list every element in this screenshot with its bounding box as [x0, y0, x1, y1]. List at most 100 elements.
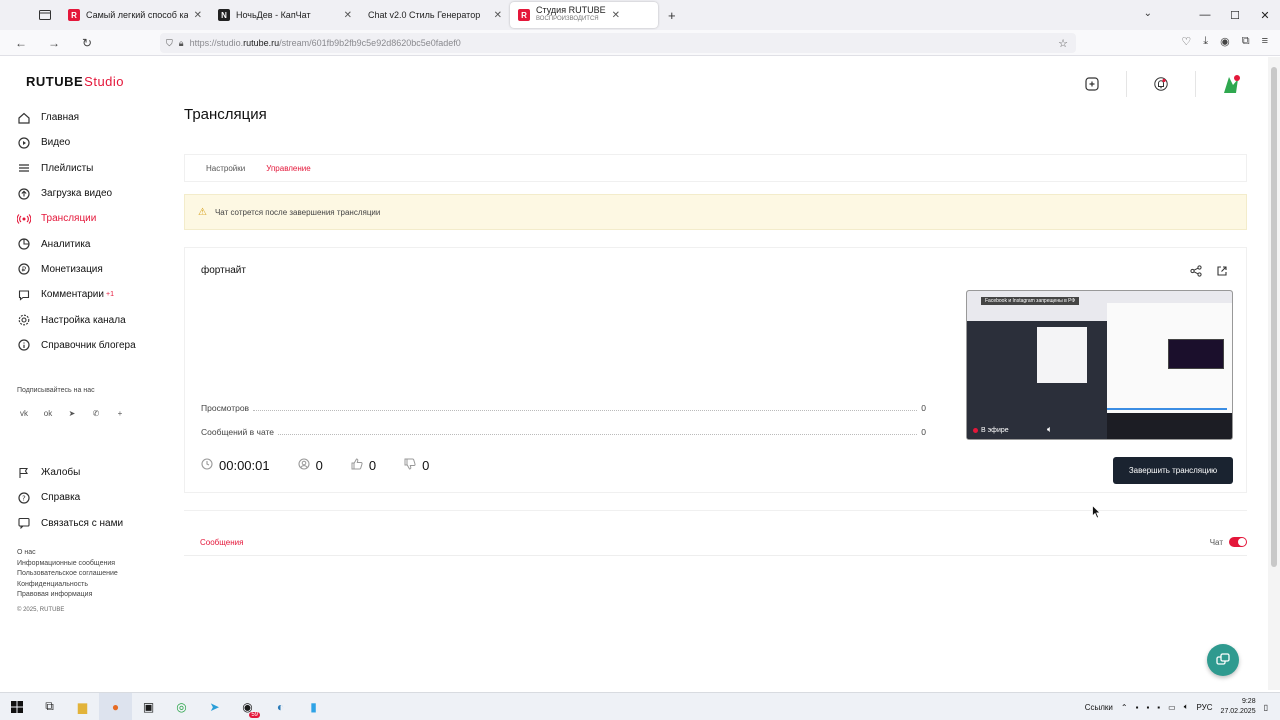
new-tab-icon[interactable]: +	[668, 8, 676, 23]
language-indicator[interactable]: РУС	[1197, 703, 1213, 712]
bookmark-star-icon[interactable]: ☆	[1058, 37, 1068, 50]
scrollbar-thumb[interactable]	[1271, 67, 1277, 567]
warning-banner: ⚠ Чат сотрется после завершения трансляц…	[184, 194, 1247, 230]
obs-icon[interactable]: ◉ 59	[231, 693, 264, 720]
sidebar-item-blogger-guide[interactable]: Справочник блогера	[17, 333, 167, 358]
reload-icon[interactable]: ↻	[75, 36, 99, 50]
stream-preview[interactable]: Facebook и Instagram запрещены в РФ В эф…	[966, 290, 1233, 440]
tab-list-chevron-icon[interactable]: ⌄	[1144, 8, 1152, 19]
notifications-icon[interactable]: ▯	[1264, 703, 1268, 712]
sidebar-item-analytics[interactable]: Аналитика	[17, 231, 167, 256]
windows-start-icon[interactable]	[0, 693, 33, 720]
tab-overview-icon[interactable]	[30, 0, 60, 30]
sidebar-item-monetization[interactable]: ₽ Монетизация	[17, 257, 167, 282]
share-icon[interactable]	[1190, 265, 1202, 280]
chevron-up-icon[interactable]: ⌃	[1121, 703, 1128, 712]
sidebar-item-contact[interactable]: Связаться с нами	[17, 511, 167, 536]
subscribe-label: Подписывайтесь на нас	[17, 387, 95, 394]
tab-title: НочьДев - КапЧат	[236, 10, 311, 20]
sidebar-item-channel-settings[interactable]: Настройка канала	[17, 307, 167, 332]
pocket-icon[interactable]: ♡	[1181, 35, 1191, 48]
page-scrollbar[interactable]	[1268, 57, 1280, 690]
viewer-icon	[298, 458, 310, 473]
sidebar-item-video[interactable]: Видео	[17, 130, 167, 155]
network-icon[interactable]: ▭	[1168, 703, 1176, 712]
account-icon[interactable]: ◉	[1220, 35, 1230, 48]
menu-icon[interactable]: ≡	[1262, 35, 1268, 48]
close-window-icon[interactable]: ✕	[1250, 9, 1280, 22]
clock[interactable]: 9:28 27.02.2025	[1221, 697, 1256, 717]
logo-studio: Studio	[84, 74, 125, 89]
volume-icon[interactable]: 🔈︎	[1047, 424, 1052, 435]
vk-icon[interactable]: vk	[17, 406, 31, 420]
tray-app-icon[interactable]: ▪	[1146, 703, 1149, 712]
footer-link-about[interactable]: О нас	[17, 548, 118, 559]
sidebar-item-home[interactable]: Главная	[17, 105, 167, 130]
links-label[interactable]: Ссылки	[1085, 703, 1113, 712]
sidebar-item-label: Видео	[41, 137, 71, 149]
sidebar-item-upload[interactable]: Загрузка видео	[17, 181, 167, 206]
stat-chat-messages: Сообщений в чате 0	[201, 425, 926, 437]
close-icon[interactable]: ✕	[344, 10, 352, 21]
file-explorer-icon[interactable]: ▆	[66, 693, 99, 720]
external-link-icon[interactable]	[1216, 265, 1228, 280]
app-icon[interactable]: ▣	[132, 693, 165, 720]
sidebar-item-label: Справочник блогера	[41, 339, 136, 351]
support-chat-icon	[1216, 653, 1230, 665]
maximize-icon[interactable]: ☐	[1220, 9, 1250, 22]
close-icon[interactable]: ✕	[494, 10, 502, 21]
tray-app-icon[interactable]: ▪	[1136, 703, 1139, 712]
browser-icon[interactable]: ◐	[264, 693, 297, 720]
browser-tab-active[interactable]: R Студия RUTUBE ВОСПРОИЗВОДИТСЯ ✕	[510, 2, 658, 28]
sidebar-item-label: Настройка канала	[41, 314, 126, 326]
support-chat-button[interactable]	[1207, 644, 1239, 676]
volume-icon[interactable]: 🔈︎	[1184, 702, 1189, 712]
browser-tab[interactable]: R Самый легкий способ как пос ✕	[60, 2, 210, 28]
add-content-icon[interactable]	[1082, 74, 1102, 94]
end-stream-button[interactable]: Завершить трансляцию	[1113, 457, 1233, 484]
whatsapp-icon[interactable]: ◎	[165, 693, 198, 720]
task-view-icon[interactable]: ⧉	[33, 693, 66, 720]
sidebar-item-complaints[interactable]: Жалобы	[17, 460, 167, 485]
sidebar-item-playlists[interactable]: Плейлисты	[17, 156, 167, 181]
comment-icon	[17, 288, 31, 302]
tray-app-icon[interactable]: ▪	[1157, 703, 1160, 712]
minimize-icon[interactable]: —	[1190, 9, 1220, 21]
sidebar-item-label: Монетизация	[41, 263, 103, 275]
extensions-icon[interactable]: ⧉	[1242, 35, 1250, 48]
browser-tab[interactable]: Chat v2.0 Стиль Генератор ✕	[360, 2, 510, 28]
footer-link-news[interactable]: Информационные сообщения	[17, 559, 118, 570]
chat-toggle[interactable]	[1229, 537, 1247, 547]
tab-messages[interactable]: Сообщения	[200, 538, 244, 556]
rutube-icon: R	[518, 9, 530, 21]
stream-tabs: Настройки Управление	[184, 154, 1247, 182]
plus-icon[interactable]: +	[113, 406, 127, 420]
forward-icon[interactable]: →	[42, 36, 66, 50]
close-icon[interactable]: ✕	[612, 10, 620, 21]
footer-link-terms[interactable]: Пользовательское соглашение	[17, 569, 118, 580]
rutube-studio-logo[interactable]: RUTUBEStudio	[26, 74, 124, 89]
sidebar-item-comments[interactable]: Комментарии +1	[17, 282, 167, 307]
tab-management[interactable]: Управление	[266, 164, 310, 173]
comments-badge: +1	[105, 291, 114, 299]
footer-link-privacy[interactable]: Конфиденциальность	[17, 580, 118, 591]
telegram-icon[interactable]: ➤	[198, 693, 231, 720]
bell-icon[interactable]	[1151, 74, 1171, 94]
telegram-icon[interactable]: ➤	[65, 406, 79, 420]
app-blue-icon[interactable]: ▮	[297, 693, 330, 720]
footer-link-legal[interactable]: Правовая информация	[17, 590, 118, 601]
avatar[interactable]	[1220, 73, 1242, 95]
ok-icon[interactable]: ok	[41, 406, 55, 420]
logo-main: RUTUBE	[26, 74, 84, 89]
download-icon[interactable]: ⤓	[1203, 35, 1208, 48]
viber-icon[interactable]: ✆	[89, 406, 103, 420]
sidebar-item-streams[interactable]: Трансляции	[17, 206, 167, 231]
metric-likes: 0	[351, 458, 376, 473]
close-icon[interactable]: ✕	[194, 10, 202, 21]
sidebar-item-help[interactable]: ? Справка	[17, 485, 167, 510]
browser-tab[interactable]: N НочьДев - КапЧат ✕	[210, 2, 360, 28]
address-bar[interactable]: ⛉ 🔒︎ https://studio.rutube.ru/stream/601…	[160, 33, 1076, 53]
tab-settings[interactable]: Настройки	[206, 164, 245, 173]
firefox-icon[interactable]: ●	[99, 692, 132, 720]
back-icon[interactable]: ←	[9, 36, 33, 50]
